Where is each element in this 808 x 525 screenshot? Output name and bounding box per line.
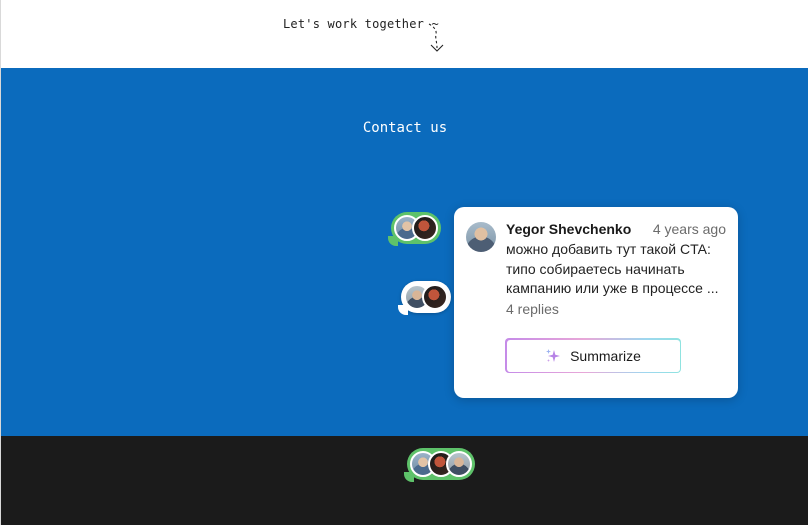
page-frame: Let's work together ~ Contact us Yegor S… bbox=[0, 0, 808, 525]
replies-link[interactable]: 4 replies bbox=[506, 301, 559, 317]
sparkle-icon bbox=[546, 348, 561, 362]
comment-author: Yegor Shevchenko bbox=[506, 221, 632, 237]
squiggle-down-arrow-icon bbox=[428, 23, 444, 52]
tagline: Let's work together ~ bbox=[283, 17, 439, 31]
avatar bbox=[446, 451, 472, 477]
comment-thread-bubble[interactable] bbox=[398, 281, 451, 315]
comment-timestamp: 4 years ago bbox=[652, 221, 726, 237]
comment-text: можно добавить тут такой CTA: типо собир… bbox=[506, 241, 719, 296]
footer-section bbox=[1, 436, 808, 525]
comment-thread-bubble[interactable] bbox=[404, 448, 475, 482]
summarize-button[interactable]: Summarize bbox=[505, 338, 681, 373]
top-section: Let's work together ~ bbox=[1, 0, 808, 68]
comment-card: Yegor Shevchenko 4 years ago можно добав… bbox=[454, 207, 738, 398]
avatar bbox=[422, 284, 448, 310]
author-avatar bbox=[466, 222, 496, 252]
summarize-label: Summarize bbox=[570, 347, 641, 364]
comment-thread-bubble-active[interactable] bbox=[388, 212, 441, 246]
contact-title: Contact us bbox=[362, 120, 448, 136]
avatar bbox=[412, 215, 438, 241]
